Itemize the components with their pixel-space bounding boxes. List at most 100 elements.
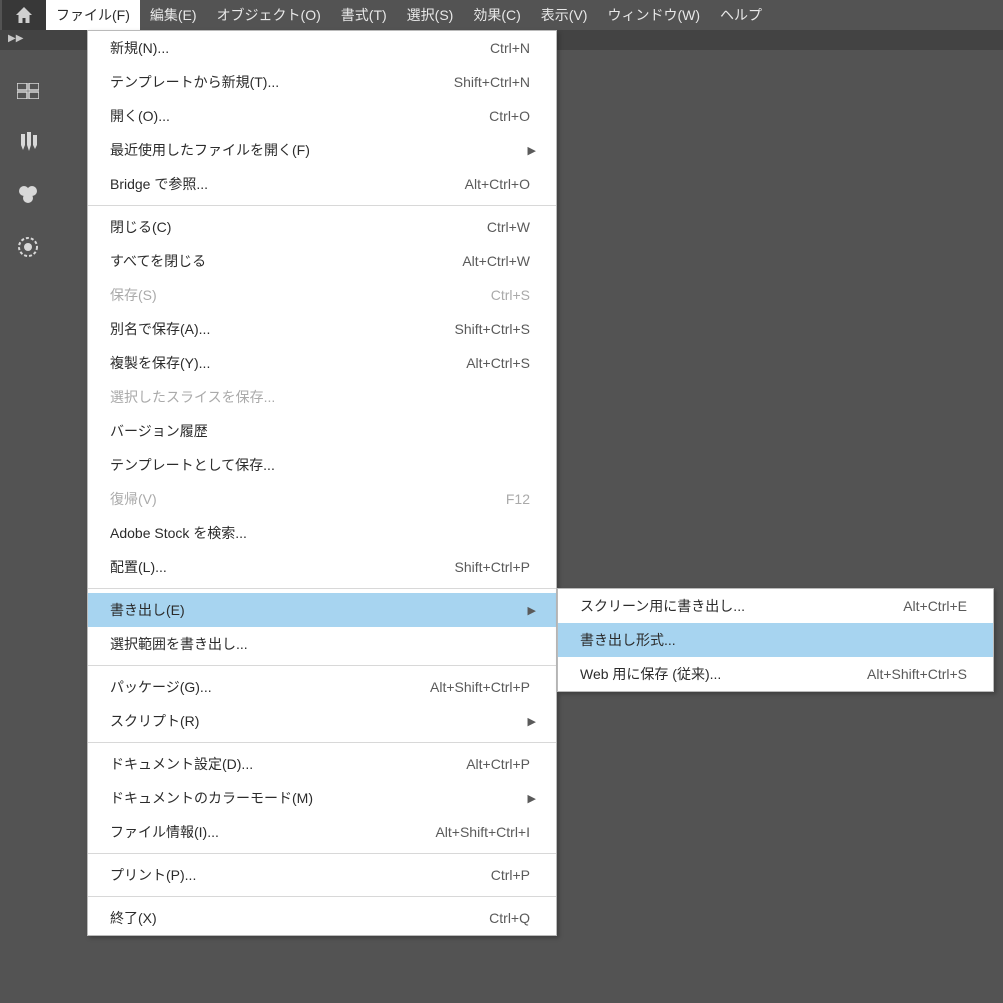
menu-0[interactable]: ファイル(F) [46,0,140,30]
file-menu-item-7[interactable]: すべてを閉じるAlt+Ctrl+W [88,244,556,278]
menu-label: ドキュメントのカラーモード(M) [110,788,520,808]
menu-label: 複製を保存(Y)... [110,353,466,373]
file-menu-item-18[interactable]: 書き出し(E)▶ [88,593,556,627]
file-menu-item-25[interactable]: ドキュメントのカラーモード(M)▶ [88,781,556,815]
menu-separator [88,896,556,897]
file-menu-item-2[interactable]: 開く(O)...Ctrl+O [88,99,556,133]
menu-label: 閉じる(C) [110,217,487,237]
menu-label: 配置(L)... [110,557,455,577]
menu-shortcut: Shift+Ctrl+S [455,321,536,337]
menu-label: 選択範囲を書き出し... [110,634,536,654]
swatches-icon[interactable] [13,232,43,262]
menu-label: ファイル情報(I)... [110,822,435,842]
menu-shortcut: Shift+Ctrl+P [455,559,536,575]
menu-label: 書き出し(E) [110,600,520,620]
menu-6[interactable]: 表示(V) [531,0,598,30]
menu-label: 書き出し形式... [580,630,973,650]
file-menu-item-14: 復帰(V)F12 [88,482,556,516]
file-menu-item-16[interactable]: 配置(L)...Shift+Ctrl+P [88,550,556,584]
menu-shortcut: Ctrl+P [491,867,536,883]
file-menu-item-4[interactable]: Bridge で参照...Alt+Ctrl+O [88,167,556,201]
menu-4[interactable]: 選択(S) [397,0,464,30]
menu-separator [88,742,556,743]
menu-label: テンプレートから新規(T)... [110,72,454,92]
menu-label: 保存(S) [110,285,491,305]
export-submenu-item-0[interactable]: スクリーン用に書き出し...Alt+Ctrl+E [558,589,993,623]
menu-label: Web 用に保存 (従来)... [580,664,867,684]
file-menu-item-15[interactable]: Adobe Stock を検索... [88,516,556,550]
file-menu-item-6[interactable]: 閉じる(C)Ctrl+W [88,210,556,244]
menu-label: 復帰(V) [110,489,506,509]
menu-shortcut: Ctrl+O [489,108,536,124]
menu-label: スクリーン用に書き出し... [580,596,903,616]
file-menu-item-28[interactable]: プリント(P)...Ctrl+P [88,858,556,892]
menu-separator [88,205,556,206]
menu-label: 選択したスライスを保存... [110,387,536,407]
menu-shortcut: Alt+Ctrl+E [903,598,973,614]
menu-shortcut: Ctrl+W [487,219,536,235]
menu-shortcut: Alt+Ctrl+S [466,355,536,371]
file-menu-item-21[interactable]: パッケージ(G)...Alt+Shift+Ctrl+P [88,670,556,704]
export-submenu-item-2[interactable]: Web 用に保存 (従来)...Alt+Shift+Ctrl+S [558,657,993,691]
file-menu-item-30[interactable]: 終了(X)Ctrl+Q [88,901,556,935]
home-icon [14,6,34,24]
file-menu-item-3[interactable]: 最近使用したファイルを開く(F)▶ [88,133,556,167]
menu-shortcut: Ctrl+S [491,287,536,303]
submenu-arrow-icon: ▶ [520,144,536,157]
menu-7[interactable]: ウィンドウ(W) [597,0,710,30]
menu-label: 別名で保存(A)... [110,319,455,339]
symbols-icon[interactable] [13,180,43,210]
menu-separator [88,853,556,854]
submenu-arrow-icon: ▶ [520,604,536,617]
menu-label: ドキュメント設定(D)... [110,754,466,774]
menu-label: 最近使用したファイルを開く(F) [110,140,520,160]
menu-shortcut: Ctrl+N [490,40,536,56]
brushes-icon[interactable] [13,128,43,158]
menu-label: バージョン履歴 [110,421,536,441]
submenu-arrow-icon: ▶ [520,715,536,728]
menu-label: 新規(N)... [110,38,490,58]
file-menu-item-26[interactable]: ファイル情報(I)...Alt+Shift+Ctrl+I [88,815,556,849]
menu-separator [88,588,556,589]
file-menu-item-22[interactable]: スクリプト(R)▶ [88,704,556,738]
menu-shortcut: Alt+Shift+Ctrl+P [430,679,536,695]
export-submenu: スクリーン用に書き出し...Alt+Ctrl+E 書き出し形式... Web 用に保… [557,588,994,692]
menu-shortcut: Shift+Ctrl+N [454,74,536,90]
artboards-icon[interactable] [13,76,43,106]
menu-shortcut: F12 [506,491,536,507]
file-menu-item-0[interactable]: 新規(N)...Ctrl+N [88,31,556,65]
file-menu-item-12[interactable]: バージョン履歴 [88,414,556,448]
menu-separator [88,665,556,666]
menu-label: Bridge で参照... [110,174,465,194]
expand-panel-icon[interactable]: ▶▶ [8,33,23,44]
file-menu-item-13[interactable]: テンプレートとして保存... [88,448,556,482]
menu-2[interactable]: オブジェクト(O) [207,0,331,30]
menu-shortcut: Alt+Shift+Ctrl+S [867,666,973,682]
submenu-arrow-icon: ▶ [520,792,536,805]
menu-label: 開く(O)... [110,106,489,126]
file-menu-item-24[interactable]: ドキュメント設定(D)...Alt+Ctrl+P [88,747,556,781]
menu-label: 終了(X) [110,908,489,928]
menu-shortcut: Alt+Ctrl+W [462,253,536,269]
menu-1[interactable]: 編集(E) [140,0,207,30]
menu-label: Adobe Stock を検索... [110,523,536,543]
menu-label: プリント(P)... [110,865,491,885]
menu-3[interactable]: 書式(T) [331,0,397,30]
menu-label: すべてを閉じる [110,251,462,271]
menu-label: テンプレートとして保存... [110,455,536,475]
menu-label: スクリプト(R) [110,711,520,731]
file-menu-dropdown: 新規(N)...Ctrl+Nテンプレートから新規(T)...Shift+Ctrl… [87,30,557,936]
file-menu-item-10[interactable]: 複製を保存(Y)...Alt+Ctrl+S [88,346,556,380]
menu-shortcut: Ctrl+Q [489,910,536,926]
file-menu-item-9[interactable]: 別名で保存(A)...Shift+Ctrl+S [88,312,556,346]
file-menu-item-19[interactable]: 選択範囲を書き出し... [88,627,556,661]
menu-8[interactable]: ヘルプ [710,0,772,30]
home-button[interactable] [2,0,46,30]
file-menu-item-8: 保存(S)Ctrl+S [88,278,556,312]
left-panel [3,62,53,262]
export-submenu-item-1[interactable]: 書き出し形式... [558,623,993,657]
file-menu-item-1[interactable]: テンプレートから新規(T)...Shift+Ctrl+N [88,65,556,99]
menu-shortcut: Alt+Ctrl+P [466,756,536,772]
menu-shortcut: Alt+Shift+Ctrl+I [435,824,536,840]
menu-5[interactable]: 効果(C) [463,0,530,30]
